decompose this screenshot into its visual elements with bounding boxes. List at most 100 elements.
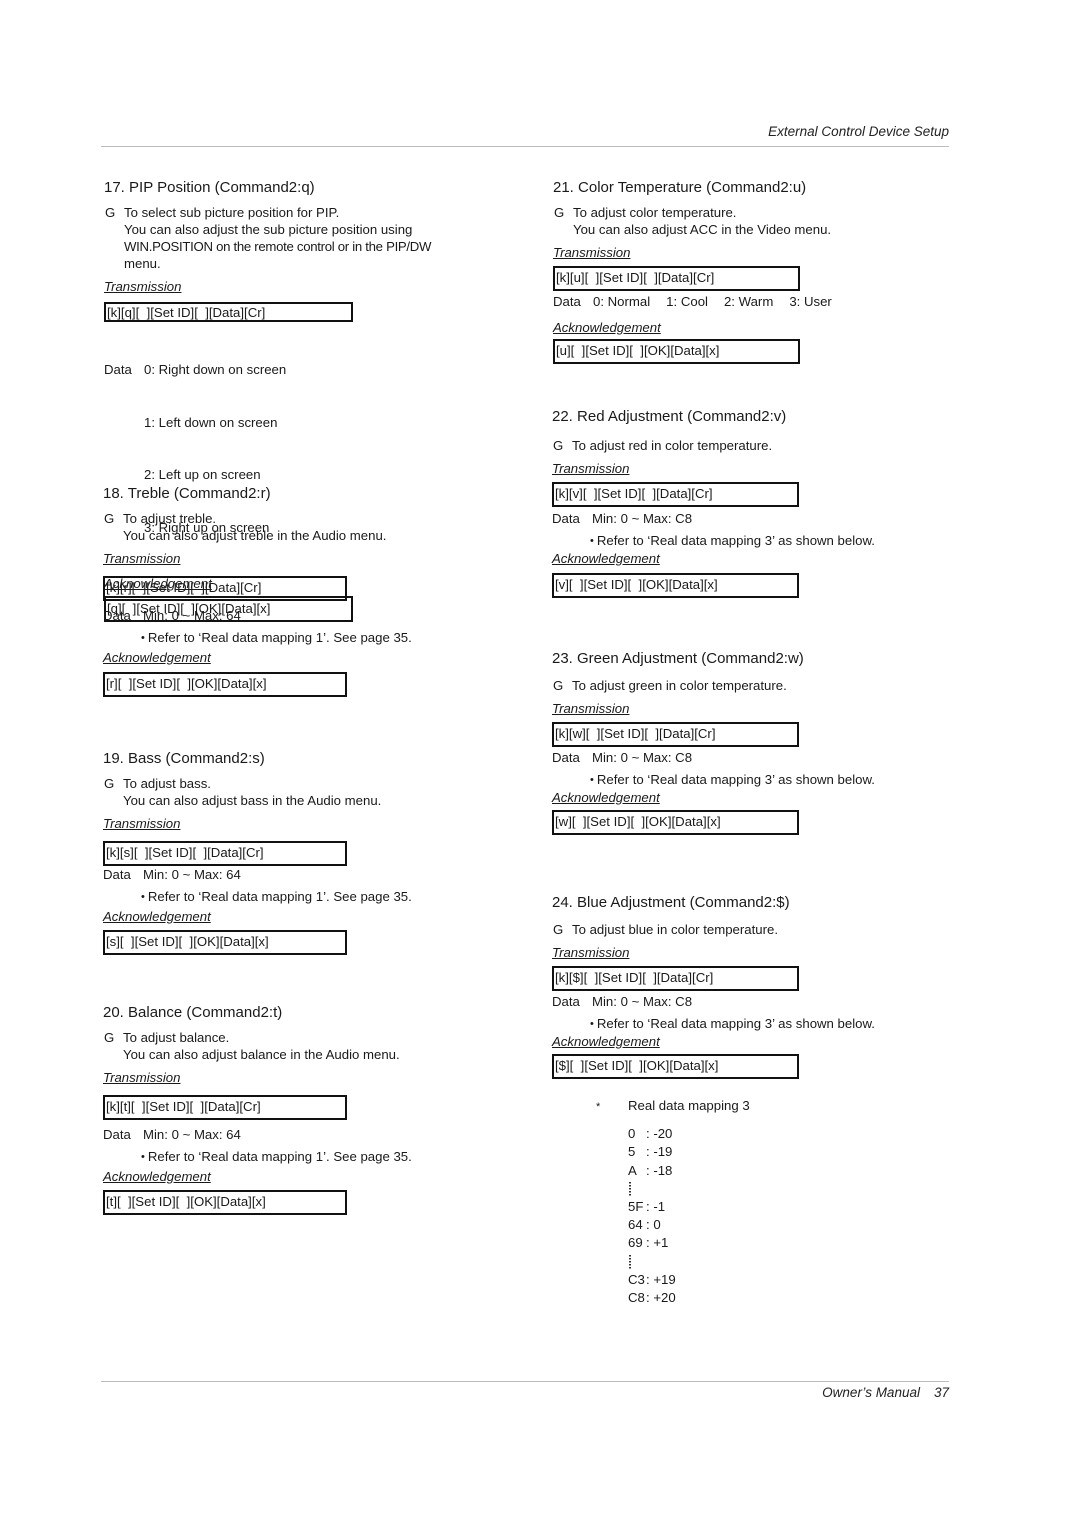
data-range: Data Min: 0 ~ Max: 64 [103,607,463,625]
acknowledgement-format: [v][ ][Set ID][ ][OK][Data][x] [552,572,799,598]
section-heading: 22. Red Adjustment (Command2:v) [552,408,787,425]
data-label: Data [104,362,132,377]
bullet-icon: G [553,678,564,693]
transmission-label: Transmission [552,461,630,476]
footer-divider [101,1381,949,1382]
vertical-ellipsis-icon [628,1253,632,1271]
mapping-rows: 0: -20 5: -19 A: -18 5F: -1 64: 0 69: +1 C3: +… [628,1125,750,1307]
data-range: Data Min: 0 ~ Max: C8 [552,993,932,1011]
mapping-row: C8: +20 [628,1289,750,1307]
section-red-adjustment: 22. Red Adjustment (Command2:v) G To adj… [552,408,932,598]
mapping-key: 0 [628,1126,636,1142]
desc-line: You can also adjust the sub picture posi… [124,222,413,237]
acknowledgement-label: Acknowledgement [552,550,660,566]
data-option: 2: Left up on screen [144,467,261,482]
note-text: Refer to ‘Real data mapping 1’. See page… [147,1148,412,1164]
acknowledgement-format: [$][ ][Set ID][ ][OK][Data][x] [552,1053,799,1079]
bullet-icon: G [554,205,565,220]
mapping-key: C8 [628,1290,645,1305]
data-option: 0: Normal [593,294,651,309]
mapping-value: : 0 [646,1217,661,1233]
bullet-icon: G [104,511,115,526]
desc-line: You can also adjust bass in the Audio me… [123,793,382,808]
bullet-icon: G [104,1030,115,1045]
mapping-row: 5: -19 [628,1143,750,1161]
mapping-row: 5F: -1 [628,1198,750,1216]
note-text: Refer to ‘Real data mapping 1’. See page… [147,629,412,645]
data-label: Data [552,994,580,1009]
section-heading: 18. Treble (Command2:r) [103,485,271,502]
desc-line: WIN.POSITION on the remote control or in… [124,239,432,254]
mapping-note: • Refer to ‘Real data mapping 1’. See pag… [103,888,463,906]
data-option: 1: Cool [666,294,708,309]
acknowledgement-label: Acknowledgement [552,789,660,805]
transmission-label: Transmission [103,1070,181,1085]
mapping-key: 5F [628,1199,644,1214]
acknowledgement-format: [u][ ][Set ID][ ][OK][Data][x] [553,338,800,364]
acknowledgement-format: [w][ ][Set ID][ ][OK][Data][x] [552,809,799,835]
mapping-row: 69: +1 [628,1234,750,1252]
mapping-row: 0 : -20 [628,1125,750,1143]
transmission-format: [k][q][ ][Set ID][ ][Data][Cr] [104,302,353,322]
data-range-value: Min: 0 ~ Max: C8 [592,994,693,1009]
desc-line: You can also adjust treble in the Audio … [123,528,387,543]
section-color-temperature: 21. Color Temperature (Command2:u) G To … [553,179,933,364]
transmission-format: [k][s][ ][Set ID][ ][Data][Cr] [103,841,347,866]
section-treble: 18. Treble (Command2:r) G To adjust treb… [103,485,463,697]
acknowledgement-label: Acknowledgement [552,1033,660,1049]
mapping-value: : +20 [646,1290,676,1305]
section-description: G To adjust red in color temperature. [552,437,932,454]
desc-line: To adjust green in color temperature. [572,678,787,693]
transmission-format: [k][$][ ][Set ID][ ][Data][Cr] [552,966,799,991]
note-text: Refer to ‘Real data mapping 3’ as shown … [596,1015,875,1031]
section-heading: 23. Green Adjustment (Command2:w) [552,650,804,667]
section-heading: 21. Color Temperature (Command2:u) [553,179,807,196]
bullet-icon: G [105,205,116,220]
mapping-title: Real data mapping 3 [628,1098,750,1113]
mapping-value: : -1 [646,1199,666,1214]
data-label: Data [103,867,131,882]
section-green-adjustment: 23. Green Adjustment (Command2:w) G To a… [552,650,932,835]
section-bass: 19. Bass (Command2:s) G To adjust bass. … [103,750,463,955]
data-range-value: Min: 0 ~ Max: 64 [143,608,241,623]
real-data-mapping-3: * Real data mapping 3 0: -20 5: -19 A: -18… [596,1098,750,1307]
transmission-label: Transmission [103,816,181,831]
transmission-label: Transmission [104,279,182,294]
transmission-label: Transmission [552,701,630,716]
desc-line: To adjust red in color temperature. [572,438,773,453]
transmission-label: Transmission [103,551,181,566]
desc-line: To select sub picture position for PIP. [124,205,340,220]
acknowledgement-format: [t][ ][Set ID][ ][OK][Data][x] [103,1189,347,1215]
mapping-note: • Refer to ‘Real data mapping 3’ as shown… [552,771,932,789]
running-footer: Owner’s Manual 37 [822,1385,949,1400]
bullet-dot-icon: • [141,1150,145,1163]
section-heading: 19. Bass (Command2:s) [103,750,265,767]
data-label: Data [103,1127,131,1142]
bullet-dot-icon: • [590,534,594,547]
acknowledgement-label: Acknowledgement [103,649,211,665]
manual-label: Owner’s Manual [822,1385,920,1400]
data-range-value: Min: 0 ~ Max: C8 [592,750,693,765]
mapping-key: 69 [628,1235,643,1251]
data-option: 3: User [789,294,832,309]
bullet-dot-icon: • [590,1017,594,1030]
section-description: G To adjust color temperature. You can a… [553,204,933,238]
data-range-value: Min: 0 ~ Max: 64 [143,867,241,882]
asterisk-icon: * [596,1101,601,1113]
data-range: Data Min: 0 ~ Max: C8 [552,749,932,767]
vertical-ellipsis-icon [628,1180,632,1198]
section-heading: 20. Balance (Command2:t) [103,1004,283,1021]
data-label: Data [552,750,580,765]
section-heading: 17. PIP Position (Command2:q) [104,179,315,196]
section-description: G To adjust bass. You can also adjust ba… [103,775,463,809]
note-text: Refer to ‘Real data mapping 3’ as shown … [596,532,875,548]
transmission-format: [k][t][ ][Set ID][ ][Data][Cr] [103,1095,347,1120]
data-label: Data [552,511,580,526]
data-range-value: Min: 0 ~ Max: C8 [592,511,693,526]
data-range: Data Min: 0 ~ Max: 64 [103,1126,463,1144]
acknowledgement-label: Acknowledgement [103,1168,211,1184]
section-description: G To adjust balance. You can also adjust… [103,1029,463,1063]
mapping-value: : -20 [646,1126,673,1142]
mapping-key: C3 [628,1271,645,1287]
data-range-value: Min: 0 ~ Max: 64 [143,1127,241,1142]
